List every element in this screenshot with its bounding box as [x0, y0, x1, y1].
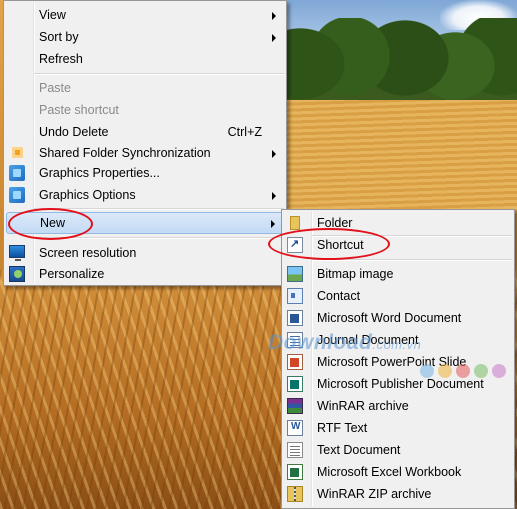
annotation-ellipse-new	[8, 208, 93, 240]
new-item-winrar-zip[interactable]: WinRAR ZIP archive	[284, 483, 512, 505]
menu-item-personalize[interactable]: Personalize	[6, 263, 284, 285]
folder-icon	[287, 215, 303, 231]
text-icon	[287, 442, 303, 458]
zip-icon	[287, 486, 303, 502]
menu-item-label: Sort by	[39, 30, 79, 44]
menu-item-screen-resolution[interactable]: Screen resolution	[6, 242, 284, 264]
menu-separator	[34, 73, 284, 75]
menu-item-label: Refresh	[39, 52, 83, 66]
menu-item-label: Screen resolution	[39, 246, 137, 260]
menu-item-sort-by[interactable]: Sort by	[6, 26, 284, 48]
menu-item-label: Text Document	[317, 443, 401, 457]
new-item-contact[interactable]: Contact	[284, 285, 512, 307]
rtf-icon	[287, 420, 303, 436]
new-item-bitmap[interactable]: Bitmap image	[284, 263, 512, 285]
excel-icon	[287, 464, 303, 480]
watermark-dot	[420, 364, 434, 378]
submenu-arrow-icon	[272, 34, 276, 42]
watermark-dots	[420, 364, 517, 388]
menu-item-label: Microsoft Excel Workbook	[317, 465, 462, 479]
menu-item-label: Bitmap image	[317, 267, 394, 281]
submenu-arrow-icon	[272, 12, 276, 20]
publisher-icon	[287, 376, 303, 392]
monitor-icon	[9, 245, 25, 261]
wallpaper-trees	[280, 18, 517, 103]
menu-item-label: Paste	[39, 81, 71, 95]
menu-item-label: Paste shortcut	[39, 103, 119, 117]
watermark-dot	[438, 364, 452, 378]
desktop-context-menu: View Sort by Refresh Paste Paste shortcu…	[3, 0, 287, 286]
menu-item-paste-shortcut[interactable]: Paste shortcut	[6, 99, 284, 121]
wallpaper-field	[280, 100, 517, 210]
menu-item-paste[interactable]: Paste	[6, 77, 284, 99]
watermark-name: Download	[268, 331, 373, 354]
menu-item-label: Microsoft Word Document	[317, 311, 462, 325]
submenu-arrow-icon	[271, 220, 275, 228]
menu-item-view[interactable]: View	[6, 4, 284, 26]
menu-item-label: RTF Text	[317, 421, 368, 435]
powerpoint-icon	[287, 354, 303, 370]
contact-icon	[287, 288, 303, 304]
submenu-arrow-icon	[272, 192, 276, 200]
word-icon	[287, 310, 303, 326]
menu-item-label: Undo Delete	[39, 125, 109, 139]
menu-item-label: Graphics Properties...	[39, 166, 160, 180]
menu-item-shortcut: Ctrl+Z	[227, 125, 262, 139]
menu-item-label: View	[39, 8, 66, 22]
winrar-icon	[287, 398, 303, 414]
sync-icon	[12, 147, 23, 158]
new-item-rtf[interactable]: RTF Text	[284, 417, 512, 439]
watermark-dot	[474, 364, 488, 378]
bitmap-icon	[287, 266, 303, 282]
personalize-icon	[9, 266, 25, 282]
new-item-word[interactable]: Microsoft Word Document	[284, 307, 512, 329]
menu-item-shared-folder-sync[interactable]: Shared Folder Synchronization	[6, 142, 284, 164]
submenu-arrow-icon	[272, 150, 276, 158]
new-item-winrar[interactable]: WinRAR archive	[284, 395, 512, 417]
menu-item-label: WinRAR archive	[317, 399, 409, 413]
menu-item-label: Contact	[317, 289, 361, 303]
menu-item-label: WinRAR ZIP archive	[317, 487, 432, 501]
menu-item-label: Personalize	[39, 267, 105, 281]
menu-item-refresh[interactable]: Refresh	[6, 48, 284, 70]
watermark-dot	[456, 364, 470, 378]
site-watermark: Download.com.vn	[268, 331, 421, 355]
menu-item-graphics-properties[interactable]: Graphics Properties...	[6, 162, 284, 184]
graphics-icon	[9, 165, 25, 181]
annotation-ellipse-shortcut	[268, 228, 390, 260]
watermark-tld: .com.vn	[372, 337, 422, 352]
menu-item-undo-delete[interactable]: Undo Delete Ctrl+Z	[6, 121, 284, 143]
new-item-excel[interactable]: Microsoft Excel Workbook	[284, 461, 512, 483]
graphics-icon	[9, 187, 25, 203]
menu-item-label: Graphics Options	[39, 188, 136, 202]
new-item-text[interactable]: Text Document	[284, 439, 512, 461]
watermark-dot	[492, 364, 506, 378]
menu-item-label: Shared Folder Synchronization	[39, 146, 211, 160]
menu-item-graphics-options[interactable]: Graphics Options	[6, 184, 284, 206]
